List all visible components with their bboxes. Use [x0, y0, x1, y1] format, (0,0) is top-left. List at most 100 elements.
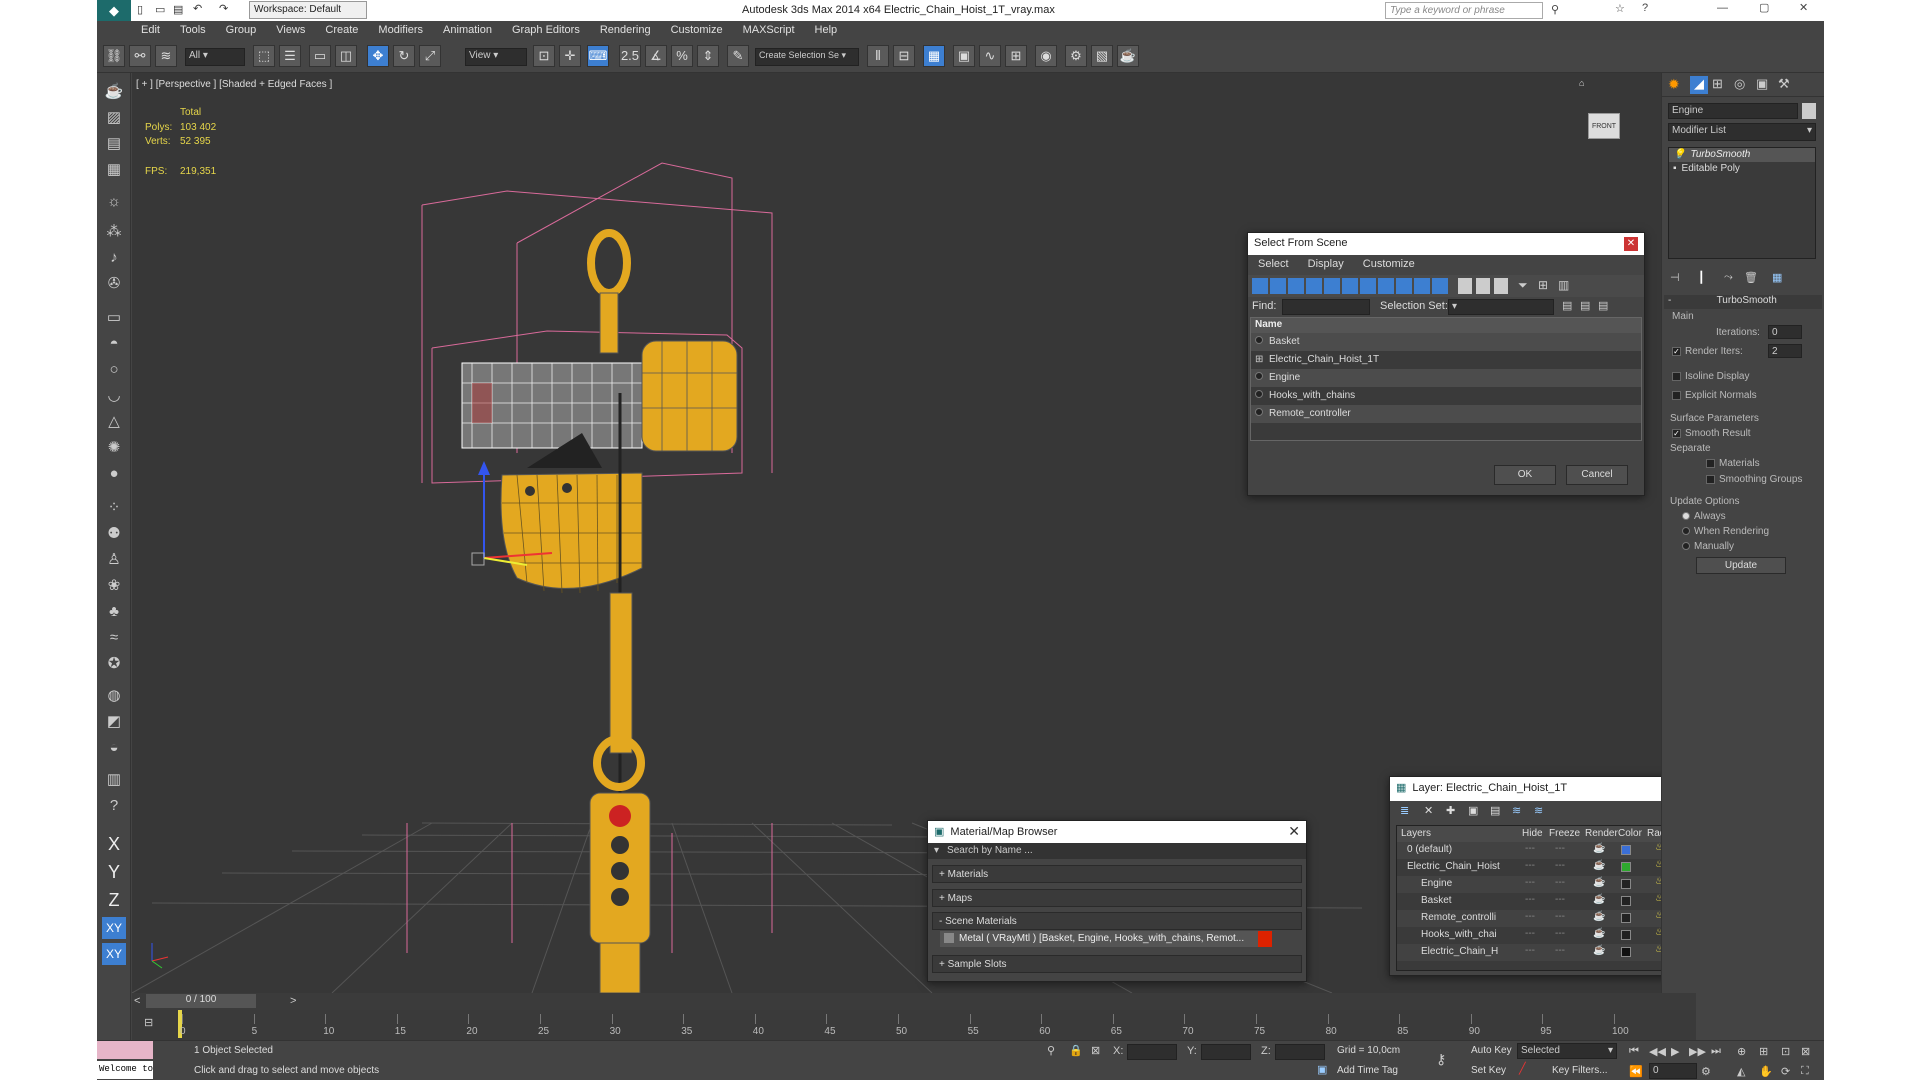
hide-toggle[interactable]: --- [1525, 894, 1535, 905]
calculator-icon[interactable]: ▦ [102, 159, 126, 181]
next-frame-icon[interactable]: > [290, 995, 296, 1007]
pivot-center-icon[interactable]: ⊡ [533, 45, 555, 67]
menu-tools[interactable]: Tools [170, 21, 216, 36]
axis-xy-button[interactable]: XY [102, 917, 126, 939]
mirror-icon[interactable]: ⫴ [867, 45, 889, 67]
prev-frame-icon[interactable]: < [134, 995, 140, 1007]
hide-toggle[interactable]: --- [1525, 843, 1535, 854]
render-icon[interactable]: ▨ [102, 107, 126, 129]
fur-icon[interactable]: ≈ [102, 627, 126, 649]
select-menu-select[interactable]: Select [1258, 258, 1289, 270]
maps-section[interactable]: + Maps [932, 889, 1302, 907]
sample-slots-section[interactable]: + Sample Slots [932, 955, 1302, 973]
align-icon[interactable]: ⊟ [893, 45, 915, 67]
col-render[interactable]: Render [1585, 828, 1618, 839]
render-toggle-icon[interactable]: ☕ [1593, 945, 1605, 956]
help-circle-icon[interactable]: ? [102, 795, 126, 817]
hierarchy-icon[interactable]: ⊞ [1538, 278, 1548, 292]
freeze-toggle[interactable]: --- [1555, 945, 1565, 956]
sphere-icon[interactable]: ○ [102, 359, 126, 381]
find-input[interactable] [1282, 299, 1370, 315]
display-shapes-icon[interactable] [1270, 278, 1286, 294]
frame-counter[interactable]: 0 / 100 [146, 994, 256, 1008]
freeze-toggle[interactable]: --- [1555, 894, 1565, 905]
remove-modifier-icon[interactable]: 🗑 [1744, 271, 1758, 284]
search-input[interactable]: Type a keyword or phrase [1385, 2, 1543, 19]
keyboard-shortcut-icon[interactable]: ⌨ [587, 45, 609, 67]
link-icon[interactable]: ⛓ [103, 45, 125, 67]
render-toggle-icon[interactable]: ☕ [1593, 843, 1605, 854]
container-icon[interactable]: ▥ [102, 769, 126, 791]
select-by-name-icon[interactable]: ☰ [279, 45, 301, 67]
when-rendering-option[interactable]: When Rendering [1682, 526, 1769, 537]
display-bones-icon[interactable] [1396, 278, 1412, 294]
display-frozen-icon[interactable] [1432, 278, 1448, 294]
light-bulb-icon[interactable]: 💡 [1673, 149, 1685, 160]
smoothing-groups-option[interactable]: Smoothing Groups [1706, 474, 1802, 485]
maximize-icon[interactable]: ▢ [1759, 1, 1769, 14]
select-scale-icon[interactable]: ⤢ [419, 45, 441, 67]
display-geometry-icon[interactable] [1252, 278, 1268, 294]
close-window-icon[interactable]: ✕ [1799, 1, 1808, 14]
turbosmooth-rollout-header[interactable]: - TurboSmooth [1664, 295, 1822, 309]
add-to-layer-icon[interactable]: ✚ [1446, 804, 1455, 817]
menu-rendering[interactable]: Rendering [590, 21, 661, 36]
bind-spacewarp-icon[interactable]: ≋ [155, 45, 177, 67]
mini-curve-editor-icon[interactable]: ⊟ [144, 1016, 153, 1029]
current-frame-input[interactable]: 0 [1649, 1063, 1697, 1079]
col-color[interactable]: Color [1618, 828, 1642, 839]
figure-icon[interactable]: ♙ [102, 549, 126, 571]
explicit-normals-checkbox[interactable] [1672, 390, 1681, 400]
configure-sets-icon[interactable]: ▦ [1772, 271, 1782, 284]
next-key-icon[interactable]: ▶▶ [1689, 1045, 1706, 1058]
when-rendering-radio[interactable] [1682, 527, 1690, 536]
smooth-result-option[interactable]: ✓ Smooth Result [1672, 428, 1751, 439]
sun-icon[interactable]: ✺ [102, 437, 126, 459]
disc-icon[interactable]: ● [102, 463, 126, 485]
menu-help[interactable]: Help [805, 21, 848, 36]
filter-icon[interactable]: ⏷ [1518, 278, 1528, 293]
selection-set-dropdown[interactable]: ▾ [1448, 299, 1554, 315]
dome-icon[interactable]: ◓ [102, 333, 126, 355]
display-tab-icon[interactable]: ▣ [1756, 76, 1768, 92]
axis-x-button[interactable]: X [102, 833, 126, 855]
layer-color-swatch[interactable] [1621, 845, 1631, 855]
explicit-normals-option[interactable]: Explicit Normals [1672, 390, 1757, 401]
play-icon[interactable]: ▶ [1671, 1045, 1679, 1058]
smooth-result-checkbox[interactable]: ✓ [1672, 428, 1681, 438]
list-item[interactable]: Basket [1251, 333, 1641, 351]
modifier-list-dropdown[interactable]: Modifier List ▾ [1668, 123, 1816, 141]
spinner-snap-icon[interactable]: ⇕ [697, 45, 719, 67]
column-name-header[interactable]: Name [1251, 318, 1641, 333]
select-menu-customize[interactable]: Customize [1363, 258, 1415, 270]
menu-views[interactable]: Views [266, 21, 315, 36]
select-object-icon[interactable]: ⬚ [253, 45, 275, 67]
binoculars-icon[interactable]: ⚲ [1551, 3, 1559, 16]
display-spacewarps-icon[interactable] [1342, 278, 1358, 294]
manually-option[interactable]: Manually [1682, 541, 1734, 552]
menu-modifiers[interactable]: Modifiers [368, 21, 433, 36]
hide-toggle[interactable]: --- [1525, 877, 1535, 888]
rendered-frame-icon[interactable]: ▧ [1091, 45, 1113, 67]
window-crossing-icon[interactable]: ◫ [335, 45, 357, 67]
light-icon[interactable]: ☼ [102, 191, 126, 213]
scene-materials-section[interactable]: - Scene Materials [932, 912, 1302, 930]
stack-item-editable-poly[interactable]: ▪ Editable Poly [1669, 162, 1815, 176]
render-iters-spinner[interactable]: 2 [1768, 344, 1802, 358]
hide-toggle[interactable]: --- [1525, 928, 1535, 939]
delete-layer-icon[interactable]: ✕ [1424, 804, 1433, 817]
object-name-field[interactable]: Engine [1668, 103, 1798, 119]
list-item[interactable]: Remote_controller [1251, 405, 1641, 423]
freeze-toggle[interactable]: --- [1555, 928, 1565, 939]
layer-manager-icon[interactable]: ▦ [923, 45, 945, 67]
move-gizmo-icon[interactable]: ✛ [559, 45, 581, 67]
display-containers-icon[interactable] [1414, 278, 1430, 294]
materials-option[interactable]: Materials [1706, 458, 1760, 469]
goto-start-icon[interactable]: ⏮ [1629, 1045, 1639, 1058]
redo-icon[interactable]: ↷ [219, 2, 228, 15]
update-button[interactable]: Update [1696, 557, 1786, 574]
hair-icon[interactable]: ♣ [102, 601, 126, 623]
expand-icon[interactable]: ▪ [1673, 163, 1677, 174]
layer-color-swatch[interactable] [1621, 947, 1631, 957]
bowl-icon[interactable]: ◡ [102, 385, 126, 407]
